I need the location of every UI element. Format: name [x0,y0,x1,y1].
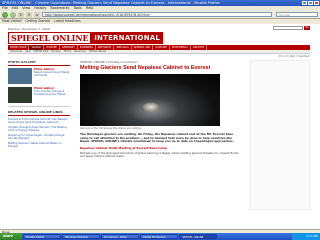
window-controls [302,1,319,5]
reload-icon[interactable]: ↻ [18,11,24,18]
minimize-button[interactable] [302,1,307,5]
article-kicker: SPIEGEL ONLINE's Climate Countdown [80,60,138,64]
start-button[interactable]: start [0,233,22,240]
photo-gallery-heading: PHOTO GALLERY [8,60,70,66]
taskbar-item[interactable]: SPIEGEL ONLINE [179,234,217,239]
gallery-thumbnail[interactable] [8,87,32,103]
related-link[interactable]: Climate Change's Clear Winners: The Melt… [8,126,70,133]
gallery-item[interactable]: Photo Gallery: Nepal's Government Meets … [8,68,70,84]
logo-international: INTERNATIONAL [91,32,164,44]
inline-related-link[interactable]: Nepalese Cabinet Holds Meeting at Everes… [80,146,240,150]
article: SPIEGEL ONLINE's Climate Countdown Melti… [80,60,240,159]
site-logo[interactable]: SPIEGEL ONLINE INTERNATIONAL [8,32,164,44]
subnav-americas[interactable]: Americas [10,50,22,53]
taskbar-item[interactable]: Mozilla Firefox [23,234,61,239]
window-title: SPIEGEL ONLINE - Climate Countdown: Melt… [2,1,220,5]
article-headline: Melting Glaciers Send Nepalese Cabinet t… [80,65,211,71]
gallery-caption-text: How Climate Change Is Transforming Our P… [34,90,66,97]
article-intro: The Himalayan glaciers are melting. On F… [80,132,234,144]
sub-navigation: Americas Asia Middle East Europe Africa … [8,50,310,54]
print-email-links[interactable]: Print | E-Mail | Feedback [279,55,310,58]
left-column: PHOTO GALLERY Photo Gallery: Nepal's Gov… [8,60,70,150]
gallery-caption-text: Nepal's Government Meets at Everest [34,71,70,78]
taskbar-item[interactable]: Adobe Photoshop [140,234,178,239]
navigation-toolbar: ‹ › ↻ × ⌂ http://www.spiegel.de/internat… [0,11,320,19]
right-column [250,60,310,210]
back-icon[interactable]: ‹ [2,11,8,18]
subnav-europe[interactable]: Europe [52,50,61,53]
gallery-item[interactable]: Photo Gallery: How Climate Change Is Tra… [8,87,70,103]
subnav-africa[interactable]: Africa [64,50,71,53]
related-link[interactable]: Melting Glaciers: Nepal Cabinet Meets on… [8,142,70,149]
taskbar-item[interactable]: Windows Explorer [62,234,100,239]
gallery-caption[interactable]: Photo Gallery: How Climate Change Is Tra… [34,87,70,103]
gallery-thumbnail[interactable] [8,68,32,84]
search-input[interactable]: Google [276,12,318,17]
photo-highlight [142,102,160,112]
logo-spiegel-online: SPIEGEL ONLINE [8,32,92,44]
site-search-button[interactable]: Go [304,26,310,30]
related-link[interactable]: Everest and the Climate Summit: Can Nepa… [8,118,70,125]
article-body: Perhaps one of the strongest reminders o… [80,150,239,159]
system-tray-clock: 3:14 PM [292,233,320,240]
related-link[interactable]: Preparing for Copenhagen: Climate Change… [8,134,70,141]
web-page: Monday, December 7, 2009 Go SPIEGEL ONLI… [0,24,320,229]
related-links-list: Everest and the Climate Summit: Can Nepa… [8,118,70,149]
maximize-button[interactable] [308,1,313,5]
page-content: Monday, December 7, 2009 Go SPIEGEL ONLI… [8,24,310,229]
address-bar[interactable]: http://www.spiegel.de/international/worl… [42,12,272,17]
taskbar-item[interactable]: Document - Word [101,234,139,239]
taskbar: start Mozilla Firefox Windows Explorer D… [0,233,320,240]
photo-caption: Glaciers in the Himalayas Mountains are … [80,127,142,130]
page-date: Monday, December 7, 2009 [8,27,50,31]
subnav-global-issues[interactable]: Global Issues [89,50,106,53]
gallery-caption[interactable]: Photo Gallery: Nepal's Government Meets … [34,68,70,84]
stop-icon[interactable]: × [26,11,32,18]
subnav-asia[interactable]: Asia [25,50,30,53]
article-photo[interactable] [80,74,220,126]
related-links-heading: RELATED SPIEGEL ONLINE LINKS [8,110,70,116]
advertisement-area [250,60,310,210]
forward-icon[interactable]: › [10,11,16,18]
subnav-germany[interactable]: Germany [74,50,86,53]
site-search: Go [273,26,310,30]
site-search-input[interactable] [273,26,303,30]
subnav-middle-east[interactable]: Middle East [34,50,49,53]
home-icon[interactable]: ⌂ [34,11,40,18]
divider [8,106,70,107]
close-button[interactable] [314,1,319,5]
